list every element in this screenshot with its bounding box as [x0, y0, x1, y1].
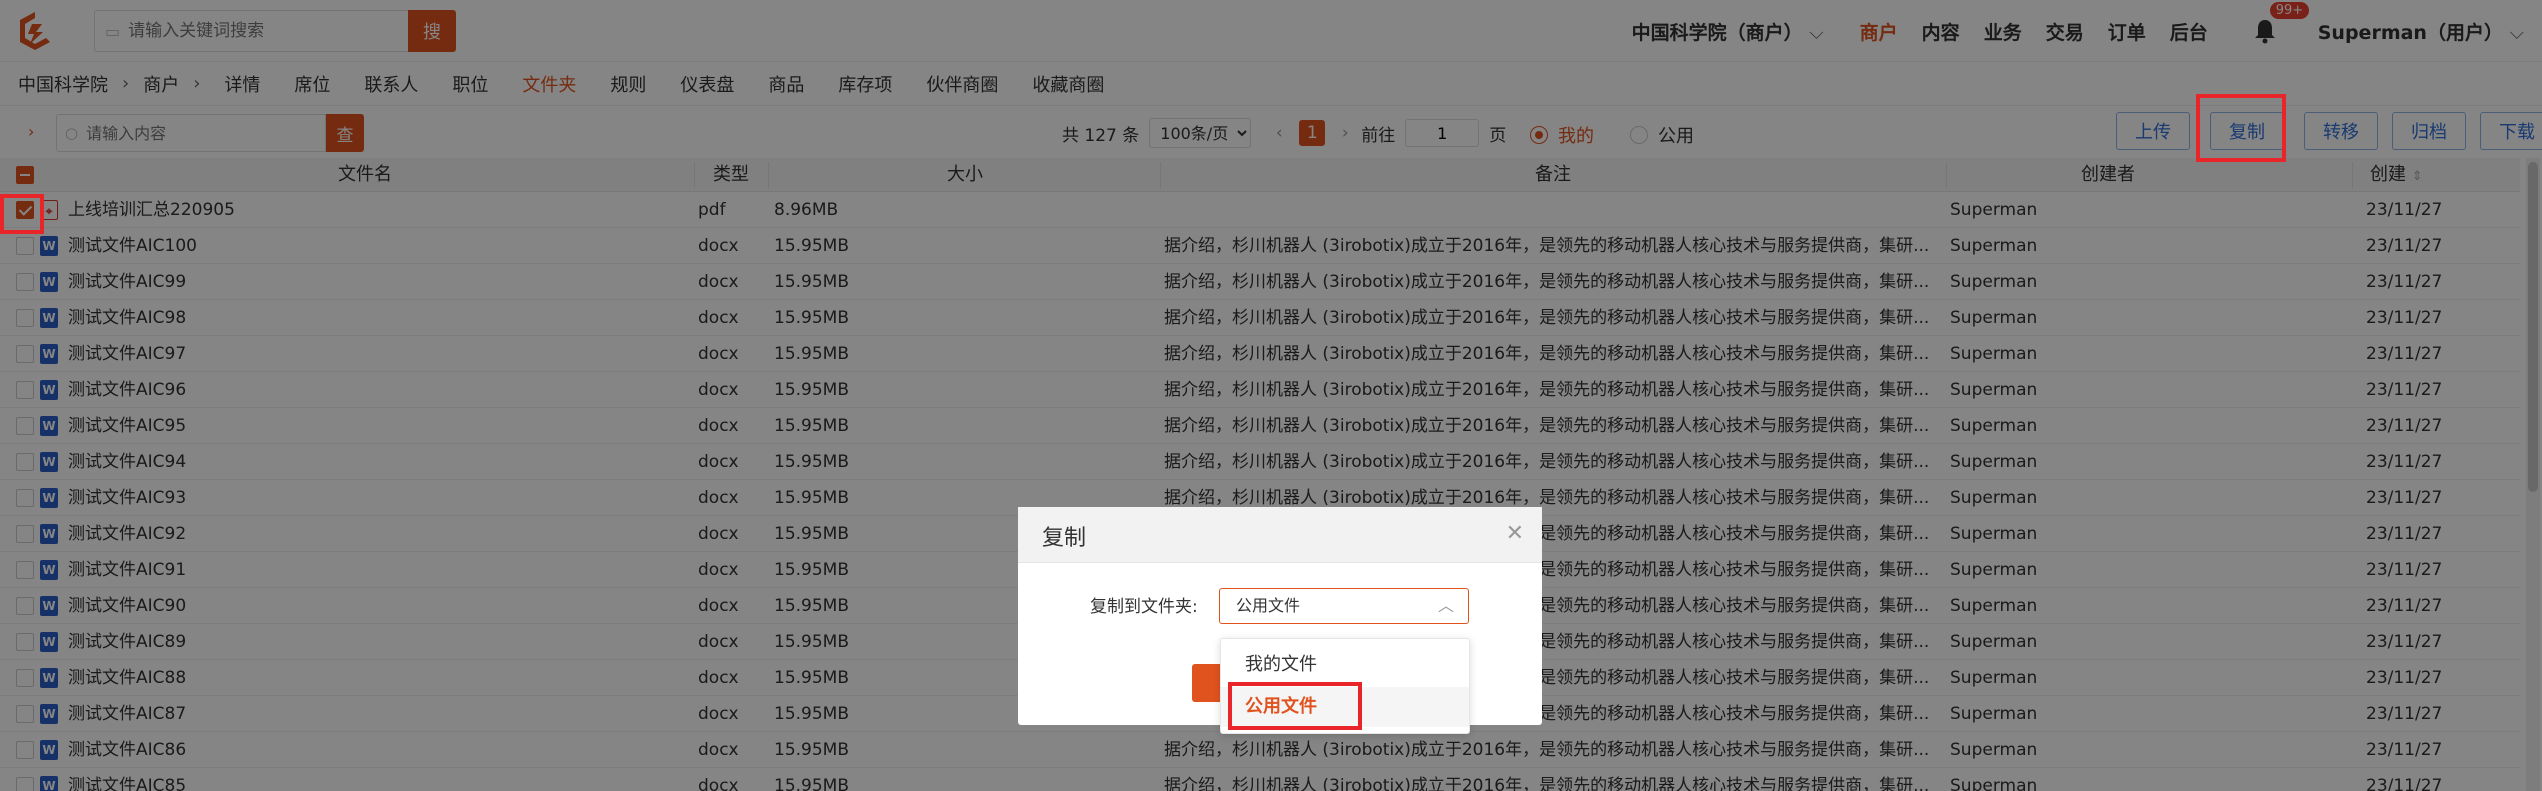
target-folder-select[interactable]: 公用文件 ︿ [1219, 588, 1469, 624]
folder-dropdown: 我的文件 公用文件 [1220, 638, 1470, 734]
dialog-title: 复制 [1042, 526, 1087, 551]
option-my-files[interactable]: 我的文件 [1221, 645, 1469, 685]
option-public-files[interactable]: 公用文件 [1221, 687, 1469, 727]
dialog-header: 复制 ✕ [1018, 507, 1542, 563]
target-folder-value: 公用文件 [1236, 596, 1301, 615]
chevron-up-icon: ︿ [1437, 596, 1454, 615]
close-icon[interactable]: ✕ [1506, 521, 1524, 546]
target-folder-label: 复制到文件夹: [1090, 597, 1198, 617]
